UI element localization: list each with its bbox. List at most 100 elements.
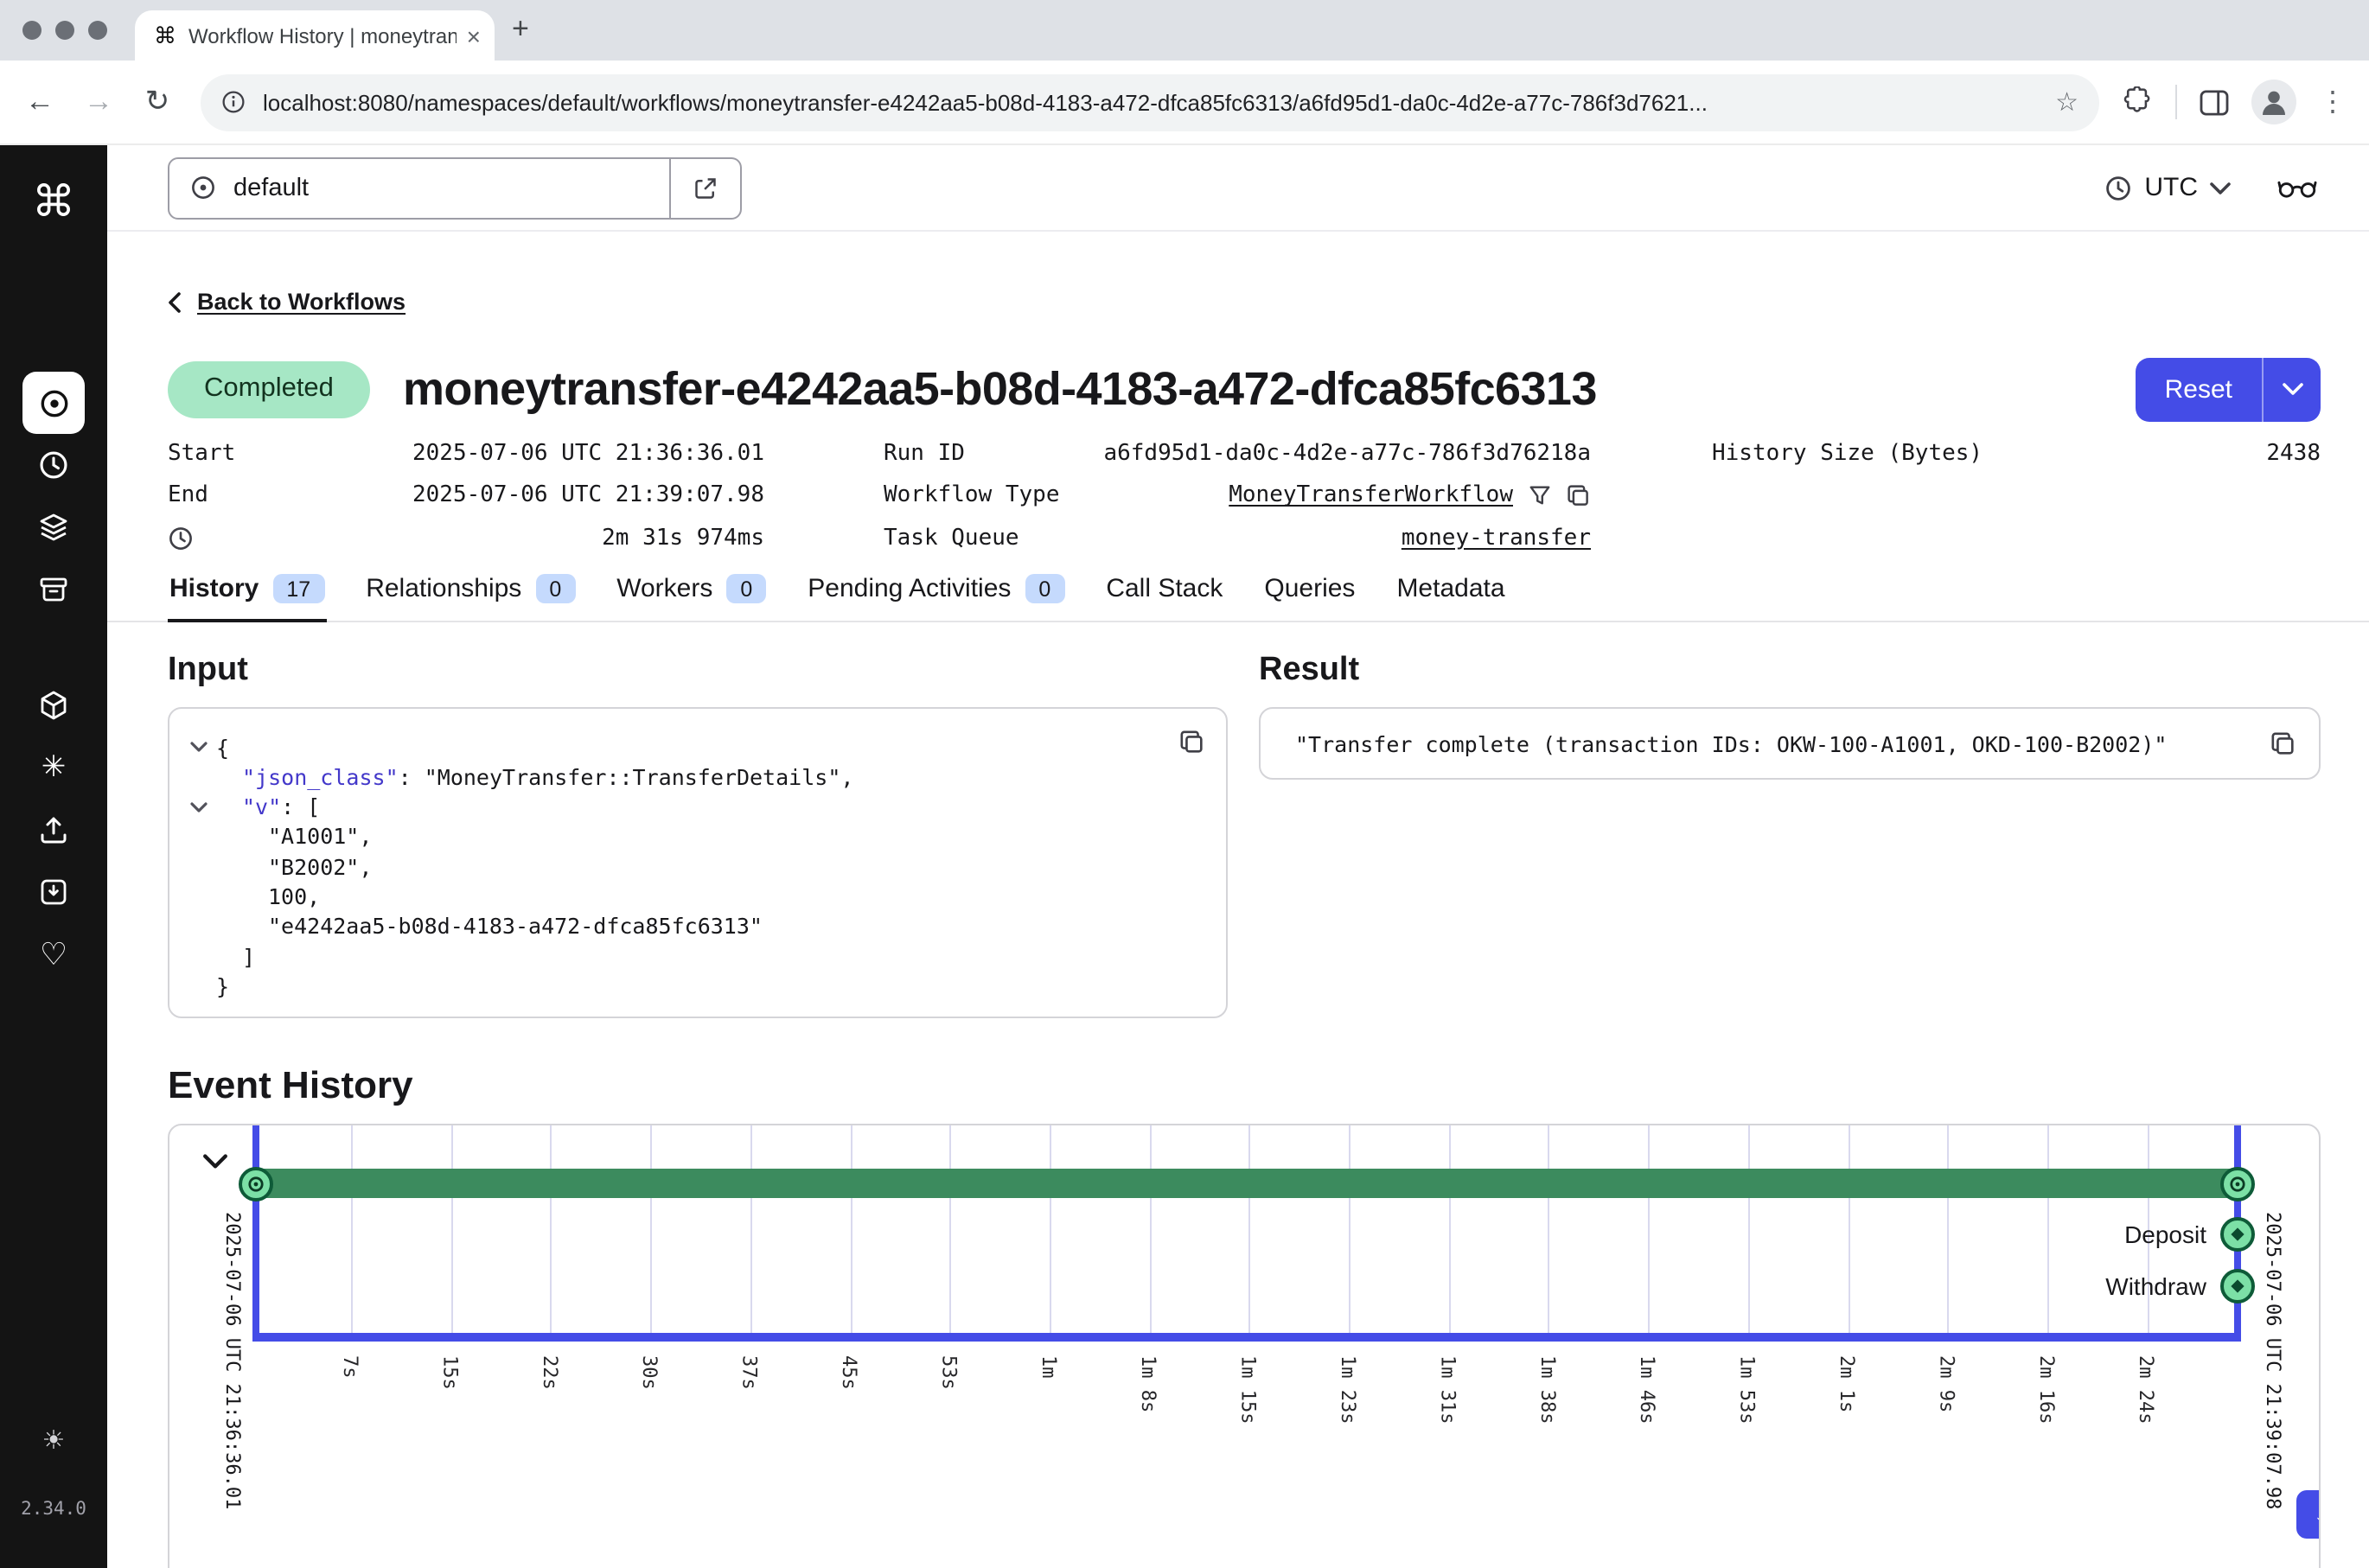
input-json: {"json_class": "MoneyTransfer::TransferD… <box>190 732 1157 1001</box>
theme-toggle-sun-icon[interactable]: ☀ <box>0 1425 107 1456</box>
meta-row-history-size: History Size (Bytes) 2438 <box>1712 433 2321 475</box>
tab-pending-activities[interactable]: Pending Activities0 <box>806 563 1066 623</box>
window-minimize-button[interactable] <box>55 21 74 40</box>
code-line: "A1001", <box>190 822 1157 852</box>
grid-line <box>1448 1126 1450 1341</box>
meta-row-duration: 2m 31s 974ms <box>168 517 764 559</box>
tick-label: 1m 8s <box>1137 1356 1159 1413</box>
tab-metadata[interactable]: Metadata <box>1395 563 1506 623</box>
workflow-metadata: Start 2025-07-06 UTC 21:36:36.01 End 202… <box>168 433 2321 559</box>
copy-workflow-type-icon[interactable] <box>1567 484 1591 508</box>
sidebar-item-schedules[interactable] <box>22 434 85 496</box>
workflow-execution-bar[interactable] <box>256 1170 2238 1199</box>
timeline-row-label: Withdraw <box>2105 1270 2206 1304</box>
reload-icon[interactable]: ↻ <box>128 85 187 119</box>
namespace-name: default <box>233 174 309 201</box>
url-bar[interactable]: localhost:8080/namespaces/default/workfl… <box>201 73 2099 131</box>
workflow-tabs: History17 Relationships0 Workers0 Pending A… <box>107 563 2369 621</box>
namespace-open-button[interactable] <box>671 156 742 219</box>
code-line: ] <box>190 941 1157 972</box>
browser-tab[interactable]: ⌘ Workflow History | moneytran × <box>135 10 495 61</box>
tabs-bar: History17 Relationships0 Workers0 Pending A… <box>107 563 2369 623</box>
grid-line <box>1947 1126 1949 1341</box>
task-queue-link[interactable]: money-transfer <box>1402 525 1591 551</box>
temporal-favicon-icon: ⌘ <box>154 24 176 47</box>
download-button[interactable]: ↓ <box>2296 1491 2321 1539</box>
copy-input-icon[interactable] <box>1179 730 1205 756</box>
grid-line <box>1050 1126 1051 1341</box>
run-id-label: Run ID <box>884 441 965 467</box>
tab-history[interactable]: History17 <box>168 563 326 623</box>
code-line: { <box>190 732 1157 762</box>
collapse-toggle-icon[interactable] <box>190 742 216 752</box>
timezone-select[interactable]: UTC <box>2104 173 2231 202</box>
grid-line <box>1249 1126 1251 1341</box>
extensions-icon[interactable] <box>2122 86 2153 118</box>
timeline-end-timestamp: 2025-07-06 UTC 21:39:07.98 <box>2262 1213 2284 1510</box>
timeline-chart: 7s15s22s30s37s45s53s1m1m 8s1m 15s1m 23s1… <box>168 1125 2321 1568</box>
grid-line <box>1748 1126 1750 1341</box>
tick-label: 7s <box>339 1356 361 1380</box>
sidebar-item-nexus[interactable]: ✳ <box>22 736 85 799</box>
namespace-select[interactable]: default <box>168 156 671 219</box>
timeline-collapse-icon[interactable] <box>202 1149 228 1180</box>
grid-line <box>850 1126 852 1341</box>
sidebar-item-export[interactable] <box>22 799 85 861</box>
forward-icon[interactable]: → <box>69 85 128 119</box>
temporal-logo: ⌘ <box>0 176 107 228</box>
tab-queries[interactable]: Queries <box>1262 563 1357 623</box>
side-panel-icon[interactable] <box>2200 89 2229 115</box>
toolbar-right: ⋮ <box>2122 80 2347 124</box>
layers-icon <box>38 512 69 543</box>
tab-relationships[interactable]: Relationships0 <box>364 563 577 623</box>
grid-line <box>2047 1126 2049 1341</box>
reset-button[interactable]: Reset <box>2136 357 2262 421</box>
site-info-icon[interactable] <box>221 90 246 114</box>
back-to-workflows-link[interactable]: Back to Workflows <box>168 289 405 315</box>
tab-label: Call Stack <box>1106 575 1223 604</box>
tick-label: 37s <box>738 1356 761 1391</box>
tab-call-stack[interactable]: Call Stack <box>1104 563 1224 623</box>
workflow-type-label: Workflow Type <box>884 483 1060 509</box>
screen: ⌘ Workflow History | moneytran × + ← → ↻… <box>0 0 2369 1568</box>
code-line: 100, <box>190 882 1157 912</box>
new-tab-button[interactable]: + <box>512 12 529 47</box>
labs-glasses-icon[interactable] <box>2277 176 2317 199</box>
tick-label: 2m 9s <box>1935 1356 1957 1413</box>
filter-icon[interactable] <box>1529 485 1551 507</box>
url-text[interactable]: localhost:8080/namespaces/default/workfl… <box>263 89 2038 115</box>
back-icon[interactable]: ← <box>10 85 69 119</box>
browser-chrome: ⌘ Workflow History | moneytran × + ← → ↻… <box>0 0 2369 145</box>
tab-workers[interactable]: Workers0 <box>615 563 768 623</box>
sidebar-item-batch[interactable] <box>22 496 85 558</box>
duration-value: 2m 31s 974ms <box>602 525 764 551</box>
sidebar-item-feedback[interactable]: ♡ <box>22 923 85 985</box>
sidebar-item-deployments[interactable] <box>22 674 85 736</box>
reset-dropdown-button[interactable] <box>2262 357 2321 421</box>
tick-label: 22s <box>539 1356 561 1391</box>
sidebar-item-archive[interactable] <box>22 558 85 621</box>
result-box: "Transfer complete (transaction IDs: OKW… <box>1259 708 2321 781</box>
tick-label: 2m 16s <box>2035 1356 2058 1425</box>
bookmark-icon[interactable]: ☆ <box>2055 86 2078 118</box>
collapse-toggle-icon[interactable] <box>190 801 216 812</box>
window-zoom-button[interactable] <box>88 21 107 40</box>
tab-count-badge: 0 <box>1025 575 1064 604</box>
tab-close-icon[interactable]: × <box>467 22 481 49</box>
run-id-value: a6fd95d1-da0c-4d2e-a77c-786f3d76218a <box>1103 441 1591 467</box>
window-close-button[interactable] <box>22 21 42 40</box>
tab-count-badge: 0 <box>726 575 766 604</box>
timeline-row-label: Deposit <box>2124 1218 2206 1252</box>
menu-kebab-icon[interactable]: ⋮ <box>2319 85 2347 119</box>
upload-icon <box>38 814 69 845</box>
grid-line <box>1149 1126 1151 1341</box>
profile-avatar[interactable] <box>2251 80 2296 124</box>
cube-icon <box>38 690 69 721</box>
sidebar-item-workflows[interactable] <box>22 372 85 434</box>
code-line: } <box>190 972 1157 1002</box>
code-text: "A1001", <box>216 824 372 850</box>
tick-label: 1m 31s <box>1436 1356 1459 1425</box>
sidebar-item-import[interactable] <box>22 861 85 923</box>
workflow-type-link[interactable]: MoneyTransferWorkflow <box>1229 483 1513 509</box>
copy-result-icon[interactable] <box>2270 731 2296 757</box>
